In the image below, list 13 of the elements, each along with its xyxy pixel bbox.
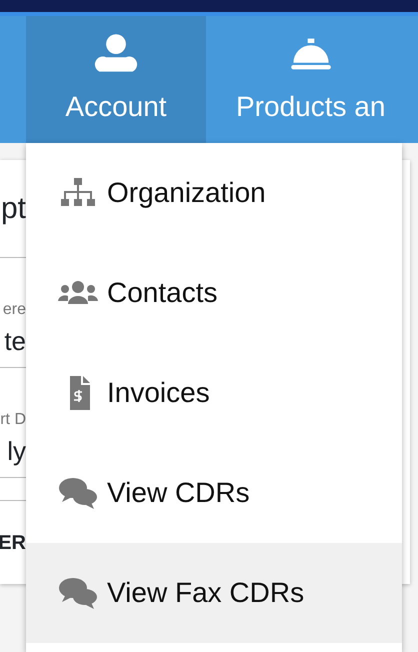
nav-tab[interactable]: Account: [26, 16, 206, 143]
field-label: rt D: [0, 410, 26, 430]
menu-item[interactable]: View CDRs: [26, 443, 402, 543]
menu-item[interactable]: Contacts: [26, 243, 402, 343]
field-value: te: [3, 325, 26, 358]
comments-icon: [58, 476, 98, 510]
card-title: pt: [0, 191, 26, 227]
menu-item[interactable]: Invoices: [26, 343, 402, 443]
menu-item[interactable]: Organization: [26, 143, 402, 243]
menu-item[interactable]: View Fax CDRs: [26, 543, 402, 643]
field-value: ly: [6, 435, 26, 468]
field-label: ere: [2, 300, 26, 320]
comments-icon: [58, 576, 98, 610]
